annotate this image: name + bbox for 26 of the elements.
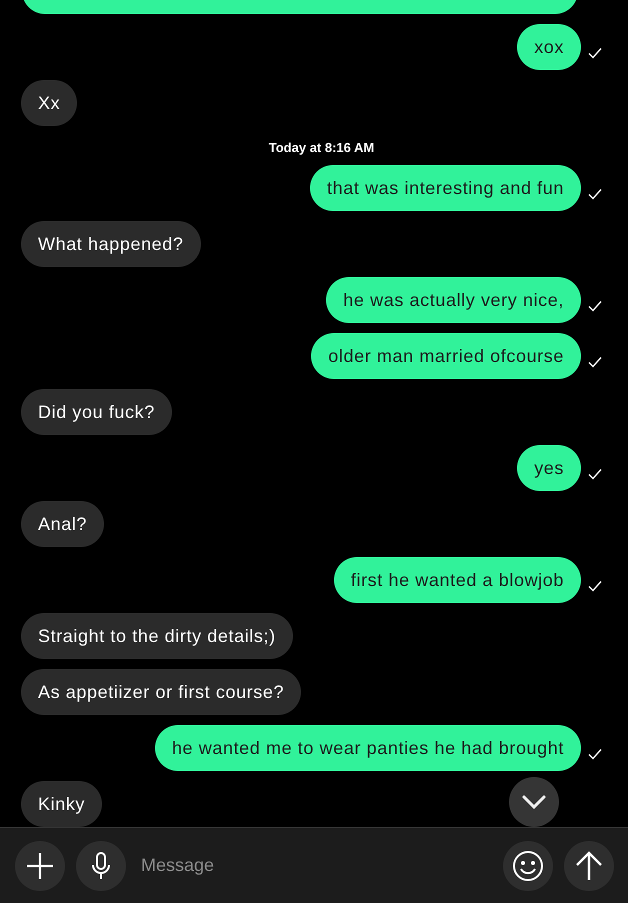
microphone-button[interactable] [76, 840, 126, 890]
sent-message: yes [517, 445, 581, 491]
sent-message: first he wanted a blowjob [334, 557, 581, 603]
chevron-down-icon [521, 794, 547, 810]
add-button[interactable] [15, 840, 65, 890]
received-message: Xx [21, 80, 78, 126]
message-input[interactable]: Message [137, 855, 492, 876]
received-message: Kinky [21, 781, 102, 827]
arrow-up-icon [574, 850, 604, 882]
sent-message: that was interesting and fun [310, 165, 581, 211]
send-button[interactable] [564, 840, 614, 890]
sent-message: older man married ofcourse [311, 333, 581, 379]
plus-icon [25, 850, 55, 880]
received-message: What happened? [21, 221, 201, 267]
received-message: Anal? [21, 501, 104, 547]
sent-message: he wanted me to wear panties he had brought [154, 725, 581, 771]
received-message: Straight to the dirty details;) [21, 613, 293, 659]
sent-message: xox [517, 24, 581, 70]
timestamp: Today at 8:16 AM [268, 140, 374, 155]
scroll-down-button[interactable] [509, 777, 559, 827]
smiley-icon [512, 850, 544, 882]
sent-message: he was actually very nice, [326, 277, 581, 323]
microphone-icon [89, 850, 113, 880]
received-message: Did you fuck? [21, 389, 172, 435]
received-message: As appetiizer or first course? [21, 669, 302, 715]
emoji-button[interactable] [503, 840, 553, 890]
